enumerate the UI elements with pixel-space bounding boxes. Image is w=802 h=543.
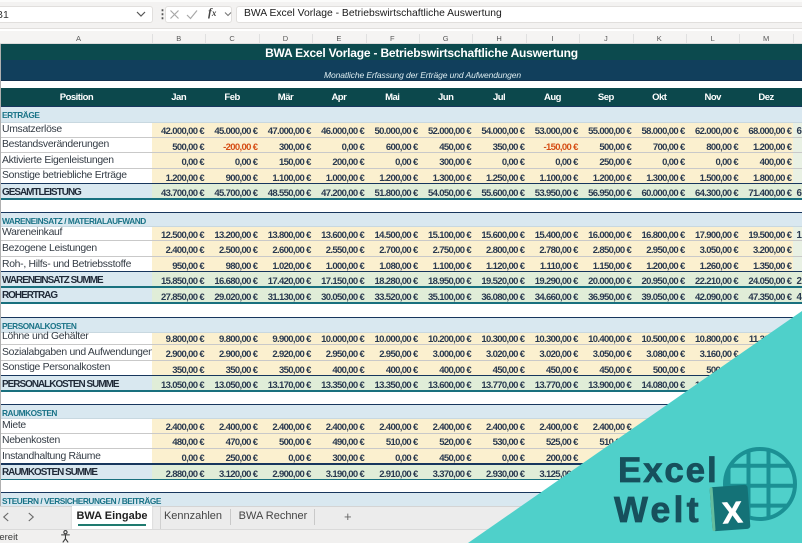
- svg-text:X: X: [721, 496, 743, 530]
